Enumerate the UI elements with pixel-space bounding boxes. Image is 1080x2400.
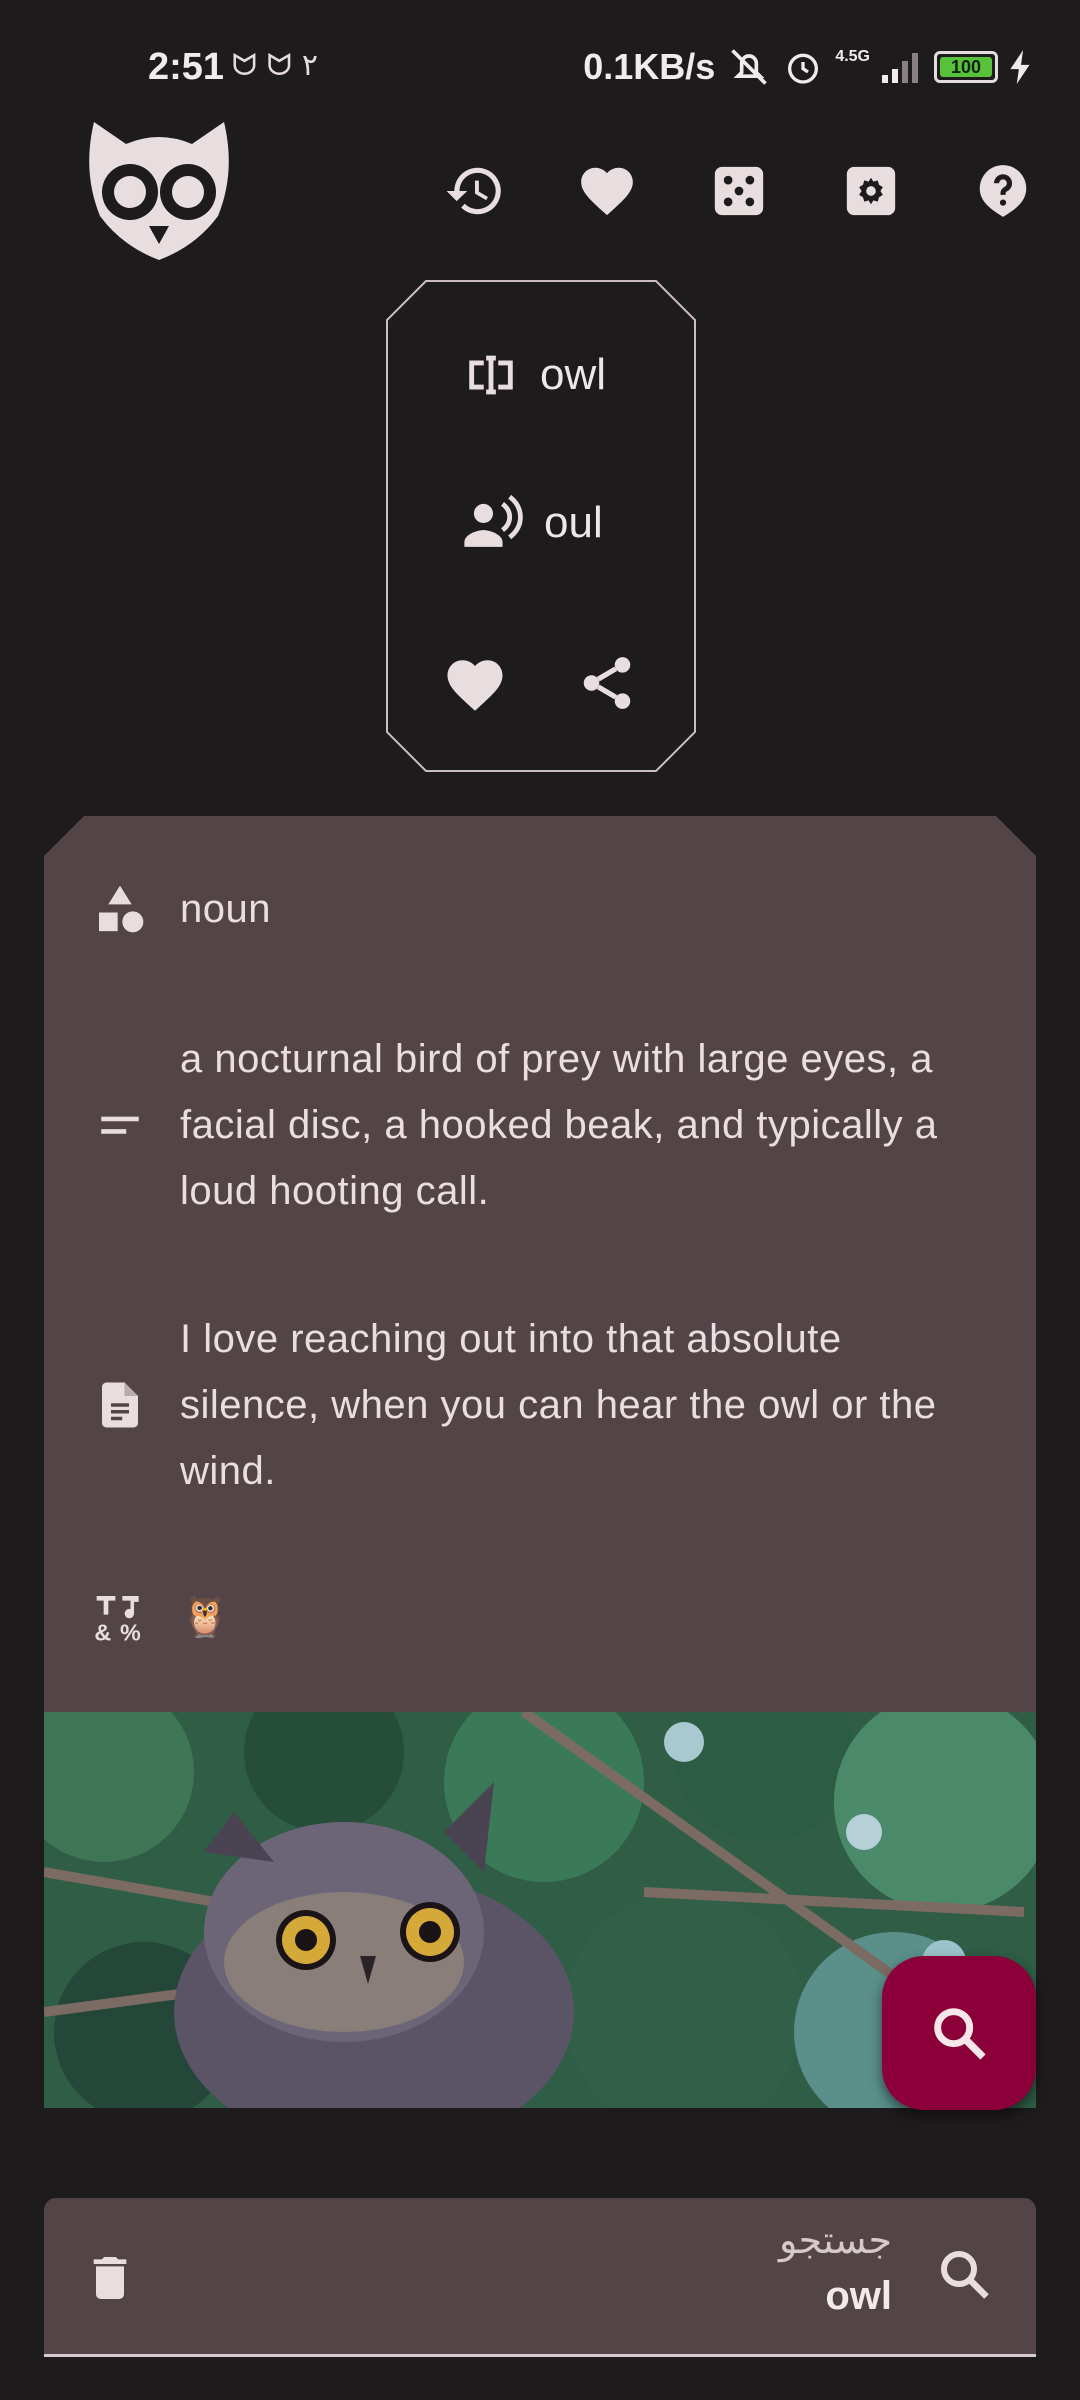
mute-icon [731,49,768,85]
svg-text:&: & [94,1619,111,1645]
speaker-voice-icon [464,494,523,547]
emoji-row: &% 🦉 [44,1584,1036,1650]
example-text: I love reaching out into that absolute s… [180,1317,937,1493]
owl-logo-icon [89,122,229,260]
signal-icon [882,53,918,83]
short-text-icon [90,1095,150,1155]
net-speed: 0.1KB/s [583,46,716,87]
part-of-speech: noun [180,887,271,931]
meaning-row: a nocturnal bird of prey with large eyes… [44,1026,1036,1224]
sim-icon: ᗢ [266,49,302,82]
random-icon[interactable] [706,158,772,224]
pronunciation-text: oul [544,498,603,547]
meaning-text: a nocturnal bird of prey with large eyes… [180,1037,938,1213]
share-icon [583,657,631,709]
definition-card: noun a nocturnal bird of prey with large… [44,816,1036,1712]
alarm-icon [788,53,819,84]
trash-icon [93,2257,127,2299]
category-icon [90,879,150,939]
word-text-icon [469,355,513,395]
search-submit-button[interactable] [934,2244,1000,2310]
share-button[interactable] [576,652,642,718]
example-row: I love reaching out into that absolute s… [44,1306,1036,1504]
search-fab[interactable] [882,1956,1036,2110]
word-row: owl [462,346,606,404]
status-left-icons: ᗢᗢ۲ [232,48,318,83]
word-text: owl [540,350,607,399]
search-bar[interactable]: جستجو owl [44,2198,1036,2357]
charging-icon [1010,50,1030,84]
status-time: 2:51 [148,46,225,88]
favorite-button[interactable] [442,652,508,718]
sim-icon: ᗢ [232,49,267,82]
search-icon [941,2251,989,2299]
search-icon [934,2008,986,2060]
word-card: owl oul [386,280,696,772]
status-extra: ۲ [301,49,318,82]
battery-icon: 100 [934,51,998,83]
document-icon [90,1375,150,1435]
history-icon[interactable] [442,158,508,224]
heart-icon [447,660,503,711]
network-type: 4.5G [835,48,870,65]
status-right: 0.1KB/s 4.5G 100 [583,46,1032,88]
status-bar: 2:51 ᗢᗢ۲ 0.1KB/s 4.5G 100 [0,0,1080,140]
pronunciation-row[interactable]: oul [462,494,603,552]
svg-text:%: % [120,1619,141,1645]
settings-icon[interactable] [838,158,904,224]
help-icon[interactable] [970,158,1036,224]
emoji-text: 🦉 [180,1595,231,1639]
favorites-icon[interactable] [574,158,640,224]
clear-button[interactable] [82,2248,142,2308]
search-input[interactable]: owl [825,2274,892,2319]
symbols-icon: &% [90,1587,150,1647]
part-of-speech-row: noun [44,876,1036,942]
search-label: جستجو [778,2220,892,2262]
